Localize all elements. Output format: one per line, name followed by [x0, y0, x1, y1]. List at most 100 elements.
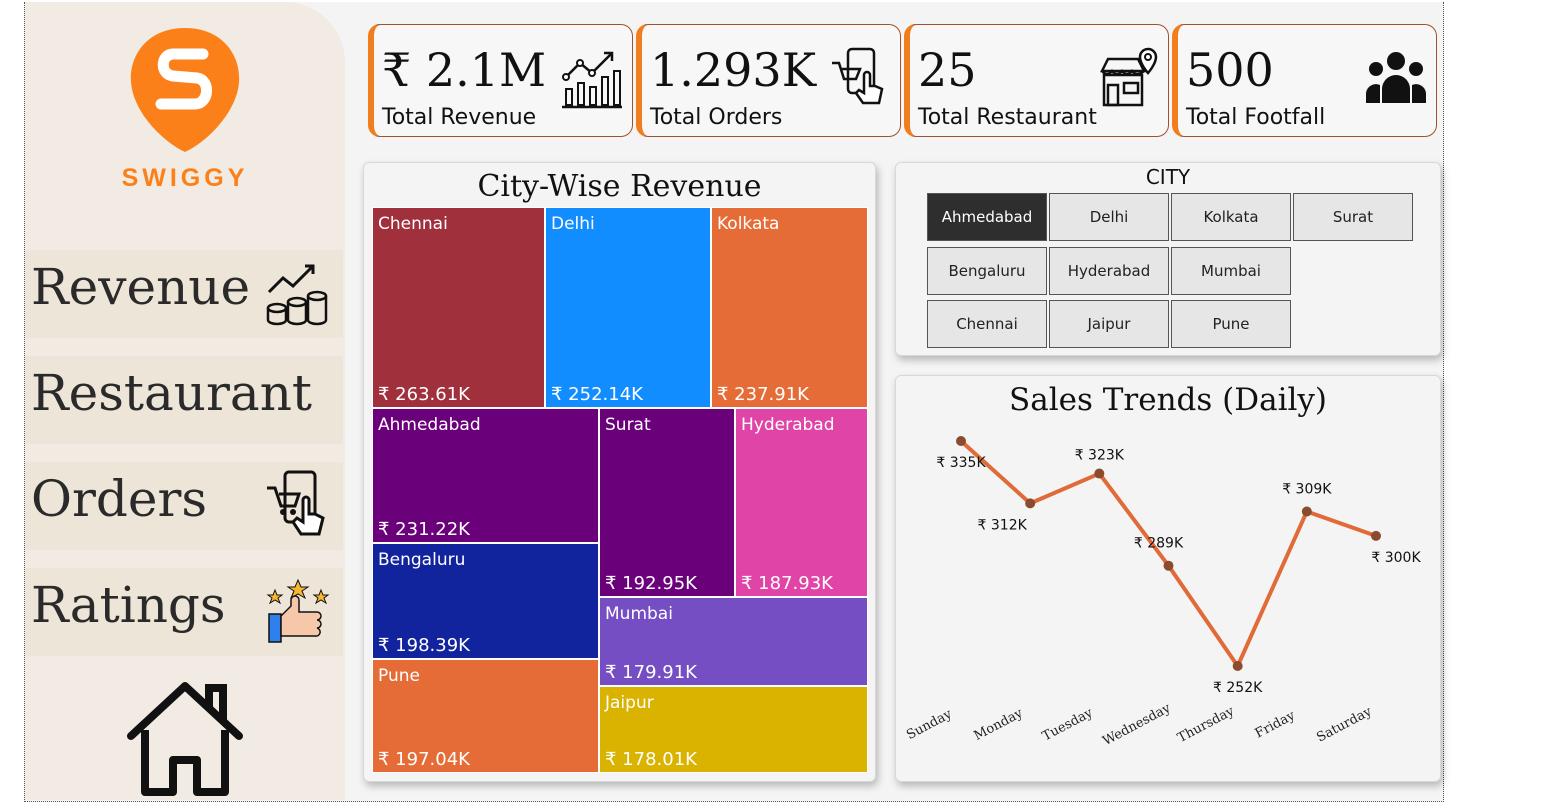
- trend-x-tick-label: Friday: [1253, 708, 1298, 742]
- brand-name: SWIGGY: [121, 164, 249, 192]
- tile-value: ₹ 263.61K: [378, 384, 470, 405]
- treemap-tile-jaipur[interactable]: Jaipur ₹ 178.01K: [599, 686, 868, 773]
- treemap-tile-kolkata[interactable]: Kolkata ₹ 237.91K: [711, 207, 868, 408]
- home-icon[interactable]: [125, 678, 245, 798]
- revenue-coins-icon: [266, 264, 328, 326]
- sales-trend-panel: Sales Trends (Daily) ₹ 335K Sunday ₹ 312K M…: [895, 375, 1441, 782]
- tile-name: Hyderabad: [741, 415, 835, 435]
- tile-name: Mumbai: [605, 604, 673, 624]
- trend-line: [959, 439, 1377, 671]
- sales-trend-chart: ₹ 335K Sunday ₹ 312K Monday ₹ 323K Tuesday ₹ 2…: [904, 436, 1421, 750]
- trend-data-label: ₹ 323K: [1075, 448, 1125, 464]
- tile-value: ₹ 179.91K: [605, 662, 697, 683]
- trend-data-label: ₹ 309K: [1282, 481, 1332, 497]
- nav-label: Ratings: [31, 576, 226, 634]
- trend-data-label: ₹ 289K: [1134, 536, 1184, 552]
- tile-name: Delhi: [551, 214, 595, 234]
- slicer-title: CITY: [1145, 165, 1191, 189]
- treemap-tile-hyderabad[interactable]: Hyderabad ₹ 187.93K: [735, 408, 868, 597]
- nav-label: Revenue: [31, 258, 251, 316]
- trend-x-tick-label: Wednesday: [1100, 701, 1173, 750]
- store-location-icon: [1099, 47, 1158, 107]
- trend-point[interactable]: [1163, 560, 1174, 571]
- kpi-label: Total Orders: [650, 105, 783, 130]
- phone-cart-icon: [267, 470, 325, 536]
- people-group-icon: [1366, 52, 1426, 103]
- city-option-bengaluru[interactable]: Bengaluru: [927, 247, 1047, 295]
- trend-x-tick-label: Monday: [972, 706, 1026, 744]
- kpi-value: 25: [918, 43, 977, 97]
- city-option-surat[interactable]: Surat: [1293, 193, 1413, 241]
- tile-value: ₹ 192.95K: [605, 573, 697, 594]
- kpi-total-revenue: ₹ 2.1M Total Revenue: [368, 24, 633, 137]
- kpi-label: Total Restaurant: [918, 105, 1097, 130]
- treemap-tile-bengaluru[interactable]: Bengaluru ₹ 198.39K: [372, 543, 599, 659]
- tile-value: ₹ 237.91K: [717, 384, 809, 405]
- kpi-label: Total Revenue: [382, 105, 537, 130]
- treemap: Chennai ₹ 263.61K Delhi ₹ 252.14K Kolkat…: [372, 207, 868, 773]
- treemap-tile-pune[interactable]: Pune ₹ 197.04K: [372, 659, 599, 773]
- trend-x-tick-label: Sunday: [904, 706, 955, 743]
- sidebar: SWIGGY Revenue Restaurant Orders Ratings: [25, 2, 345, 800]
- nav-item-revenue[interactable]: Revenue: [25, 250, 343, 338]
- trend-data-label: ₹ 300K: [1371, 550, 1421, 566]
- stars-thumbs-up-icon: [266, 578, 330, 643]
- kpi-value: 500: [1186, 43, 1274, 97]
- nav-item-orders[interactable]: Orders: [25, 462, 343, 550]
- treemap-title: City-Wise Revenue: [477, 169, 762, 204]
- tile-value: ₹ 197.04K: [378, 749, 470, 770]
- trend-point[interactable]: [1371, 530, 1381, 541]
- trend-data-label: ₹ 312K: [978, 517, 1028, 533]
- treemap-tile-surat[interactable]: Surat ₹ 192.95K: [599, 408, 735, 597]
- kpi-total-orders: 1.293K Total Orders: [636, 24, 901, 137]
- trend-x-tick-label: Tuesday: [1040, 705, 1096, 744]
- city-option-jaipur[interactable]: Jaipur: [1049, 300, 1169, 348]
- tile-name: Surat: [605, 415, 651, 435]
- nav-label: Restaurant: [31, 364, 313, 422]
- dashboard-canvas: SWIGGY Revenue Restaurant Orders Ratings…: [24, 2, 1444, 802]
- city-option-pune[interactable]: Pune: [1171, 300, 1291, 348]
- trend-point[interactable]: [1232, 661, 1243, 671]
- city-option-delhi[interactable]: Delhi: [1049, 193, 1169, 241]
- treemap-tile-chennai[interactable]: Chennai ₹ 263.61K: [372, 207, 545, 408]
- tile-value: ₹ 198.39K: [378, 635, 470, 656]
- tile-name: Kolkata: [717, 214, 780, 234]
- tile-value: ₹ 231.22K: [378, 519, 470, 540]
- city-slicer-panel: CITY Ahmedabad Delhi Kolkata Surat Benga…: [895, 162, 1441, 356]
- kpi-label: Total Footfall: [1186, 105, 1326, 130]
- tile-name: Chennai: [378, 214, 448, 234]
- nav-item-restaurant[interactable]: Restaurant: [25, 356, 343, 444]
- kpi-total-restaurant: 25 Total Restaurant: [904, 24, 1169, 137]
- city-option-mumbai[interactable]: Mumbai: [1171, 247, 1291, 295]
- nav-item-ratings[interactable]: Ratings: [25, 568, 343, 656]
- trend-point[interactable]: [1094, 468, 1105, 479]
- kpi-total-footfall: 500 Total Footfall: [1172, 24, 1437, 137]
- tile-name: Ahmedabad: [378, 415, 481, 435]
- kpi-value: 1.293K: [650, 43, 817, 97]
- city-option-ahmedabad[interactable]: Ahmedabad: [927, 193, 1047, 241]
- trend-point[interactable]: [1025, 498, 1036, 509]
- tile-value: ₹ 178.01K: [605, 749, 697, 770]
- tile-name: Jaipur: [605, 693, 654, 713]
- trend-data-label: ₹ 252K: [1213, 680, 1263, 696]
- tile-name: Bengaluru: [378, 550, 466, 570]
- treemap-tile-mumbai[interactable]: Mumbai ₹ 179.91K: [599, 597, 868, 686]
- trend-x-tick-label: Thursday: [1175, 703, 1237, 746]
- trend-point[interactable]: [956, 436, 966, 446]
- city-option-kolkata[interactable]: Kolkata: [1171, 193, 1291, 241]
- phone-cart-icon: [832, 47, 884, 105]
- tile-value: ₹ 252.14K: [551, 384, 643, 405]
- tile-value: ₹ 187.93K: [741, 573, 833, 594]
- growth-chart-icon: [562, 51, 622, 109]
- trend-data-label: ₹ 335K: [936, 455, 986, 471]
- tile-name: Pune: [378, 666, 420, 686]
- nav-label: Orders: [31, 470, 208, 528]
- city-option-chennai[interactable]: Chennai: [927, 300, 1047, 348]
- trend-x-tick-label: Saturday: [1314, 704, 1374, 746]
- kpi-value: ₹ 2.1M: [382, 43, 547, 97]
- city-revenue-treemap-panel: City-Wise Revenue Chennai ₹ 263.61K Delh…: [363, 162, 876, 782]
- city-option-hyderabad[interactable]: Hyderabad: [1049, 247, 1169, 295]
- treemap-tile-delhi[interactable]: Delhi ₹ 252.14K: [545, 207, 711, 408]
- treemap-tile-ahmedabad[interactable]: Ahmedabad ₹ 231.22K: [372, 408, 599, 543]
- trend-point[interactable]: [1301, 506, 1312, 517]
